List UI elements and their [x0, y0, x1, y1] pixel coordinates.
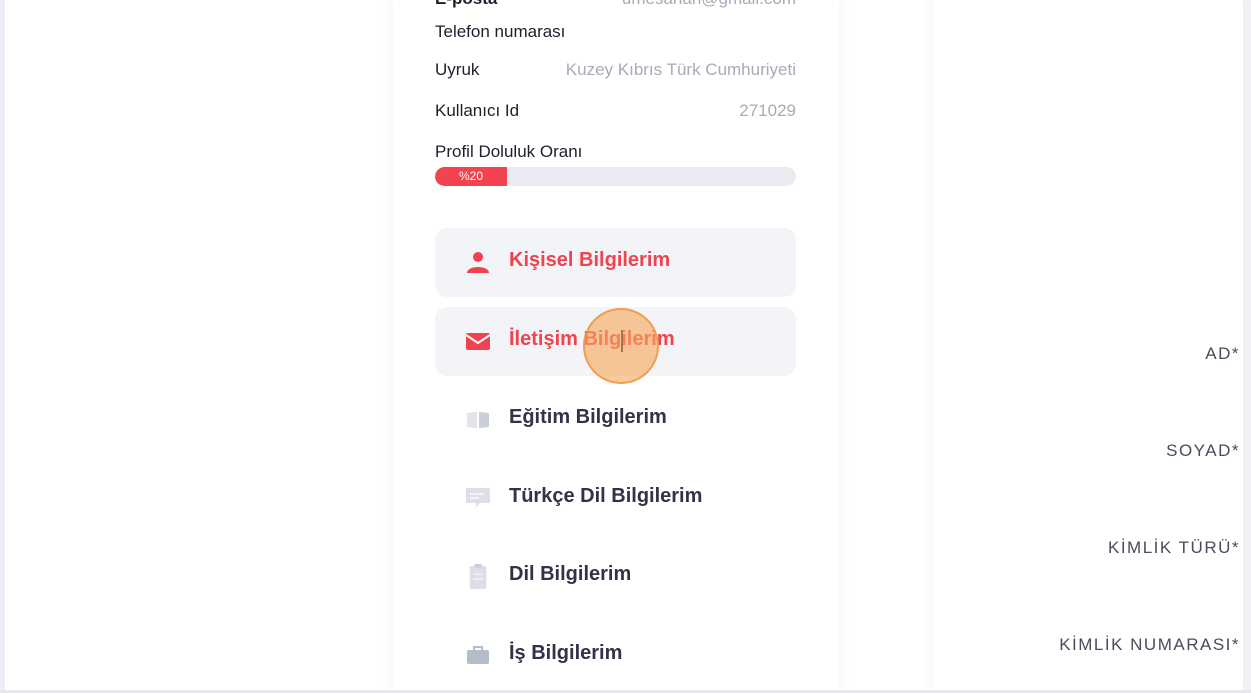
user-id-value: 271029	[739, 101, 796, 120]
last-name-label: SOYAD*	[1166, 441, 1240, 460]
clipboard-icon	[465, 564, 491, 590]
profile-completion-bar: %20	[435, 167, 796, 186]
nationality-label: Uyruk	[435, 60, 480, 79]
briefcase-icon	[465, 643, 491, 667]
menu-item-education-info[interactable]: Eğitim Bilgilerim	[435, 385, 796, 454]
menu-item-personal-info[interactable]: Kişisel Bilgilerim	[435, 228, 796, 297]
menu-item-turkish-language-info[interactable]: Türkçe Dil Bilgilerim	[435, 464, 796, 533]
id-type-label: KİMLİK TÜRÜ*	[1108, 538, 1240, 557]
id-number-label: KİMLİK NUMARASI*	[1059, 635, 1240, 654]
book-icon	[465, 407, 491, 431]
person-icon	[465, 250, 491, 274]
profile-completion-fill: %20	[435, 167, 507, 186]
menu-item-work-info-label: İş Bilgilerim	[509, 642, 623, 664]
nationality-value: Kuzey Kıbrıs Türk Cumhuriyeti	[565, 60, 796, 79]
first-name-label: AD*	[1205, 344, 1240, 363]
completion-label: Profil Doluluk Oranı	[435, 142, 583, 161]
phone-row: Telefon numarası	[435, 22, 796, 44]
form-panel	[933, 0, 1243, 690]
user-id-label: Kullanıcı Id	[435, 101, 520, 120]
nationality-row: Uyruk Kuzey Kıbrıs Türk Cumhuriyeti	[435, 60, 796, 82]
email-label: E-posta	[435, 0, 497, 9]
menu-item-personal-info-label: Kişisel Bilgilerim	[509, 249, 671, 271]
phone-label: Telefon numarası	[435, 22, 566, 41]
menu-item-work-info[interactable]: İş Bilgilerim	[435, 621, 796, 690]
user-id-row: Kullanıcı Id 271029	[435, 101, 796, 123]
email-row: E-posta umesahan@gmail.com	[435, 0, 796, 11]
completion-row: Profil Doluluk Oranı	[435, 142, 796, 164]
menu-item-turkish-language-info-label: Türkçe Dil Bilgilerim	[509, 485, 703, 507]
email-value: umesahan@gmail.com	[622, 0, 796, 9]
chat-icon	[465, 486, 491, 510]
menu-item-language-info[interactable]: Dil Bilgilerim	[435, 542, 796, 611]
mail-icon	[465, 329, 491, 353]
menu-item-education-info-label: Eğitim Bilgilerim	[509, 406, 667, 428]
menu-item-language-info-label: Dil Bilgilerim	[509, 563, 632, 585]
click-indicator	[583, 308, 659, 384]
